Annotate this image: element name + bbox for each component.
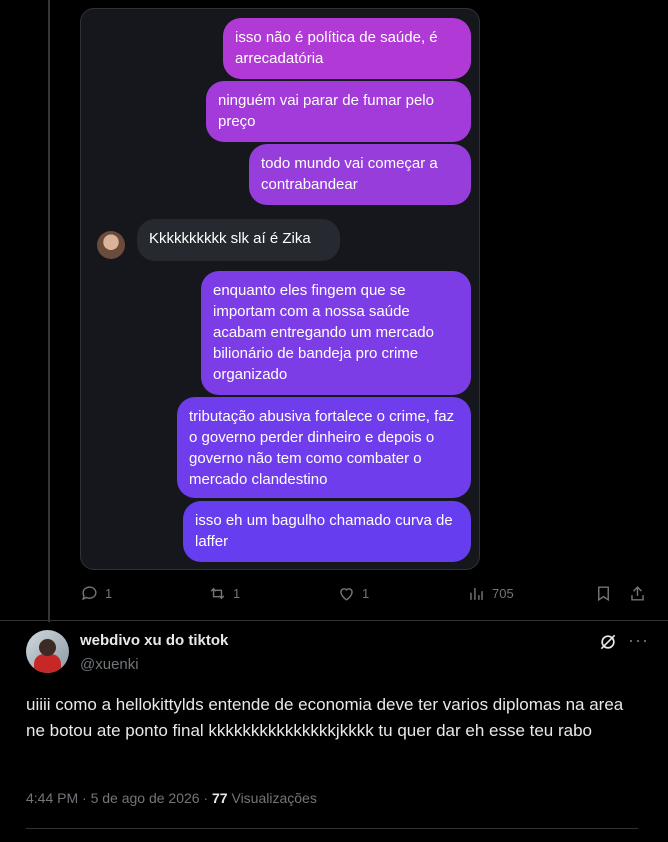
display-name[interactable]: webdivo xu do tiktok: [80, 632, 228, 649]
views-label: Visualizações: [227, 790, 317, 806]
views-button[interactable]: 705: [467, 584, 514, 603]
reply-icon: [82, 586, 97, 601]
views-number: 77: [212, 790, 228, 806]
message-bubble: tributação abusiva fortalece o crime, fa…: [177, 397, 471, 498]
sender-avatar: [97, 231, 125, 259]
action-bar: 1 1 1 705: [0, 582, 668, 608]
grok-icon[interactable]: [598, 632, 618, 652]
post-meta: 4:44 PM · 5 de ago de 2026 · 77 Visualiz…: [26, 790, 317, 806]
message-bubble: todo mundo vai começar a contrabandear: [249, 144, 471, 205]
repost-count: 1: [233, 586, 241, 601]
thread-line: [48, 0, 50, 622]
bookmark-icon: [598, 586, 609, 602]
message-bubble-incoming: Kkkkkkkkkk slk aí é Zika: [137, 219, 340, 261]
chat-screenshot[interactable]: isso não é política de saúde, é arrecada…: [80, 8, 480, 570]
post-timestamp[interactable]: 4:44 PM · 5 de ago de 2026 ·: [26, 790, 212, 806]
share-icon: [631, 586, 644, 601]
like-count: 1: [362, 586, 370, 601]
heart-icon: [340, 588, 353, 601]
message-bubble: enquanto eles fingem que se importam com…: [201, 271, 471, 395]
divider: [26, 828, 638, 829]
message-bubble: isso eh um bagulho chamado curva de laff…: [183, 501, 471, 562]
share-button[interactable]: [628, 584, 647, 603]
user-handle[interactable]: @xuenki: [80, 656, 139, 673]
message-bubble: ninguém vai parar de fumar pelo preço: [206, 81, 471, 142]
analytics-icon: [470, 587, 483, 600]
more-options-icon[interactable]: ···: [628, 630, 649, 651]
like-button[interactable]: 1: [337, 584, 369, 603]
bookmark-button[interactable]: [594, 584, 613, 603]
repost-button[interactable]: 1: [208, 584, 240, 603]
repost-icon: [210, 587, 225, 600]
views-count: 705: [492, 586, 514, 601]
reply-button[interactable]: 1: [80, 584, 112, 603]
avatar[interactable]: [26, 630, 69, 673]
post-text: uiiii como a hellokittylds entende de ec…: [26, 695, 624, 740]
divider: [0, 620, 668, 621]
message-bubble: isso não é política de saúde, é arrecada…: [223, 18, 471, 79]
reply-count: 1: [105, 586, 113, 601]
